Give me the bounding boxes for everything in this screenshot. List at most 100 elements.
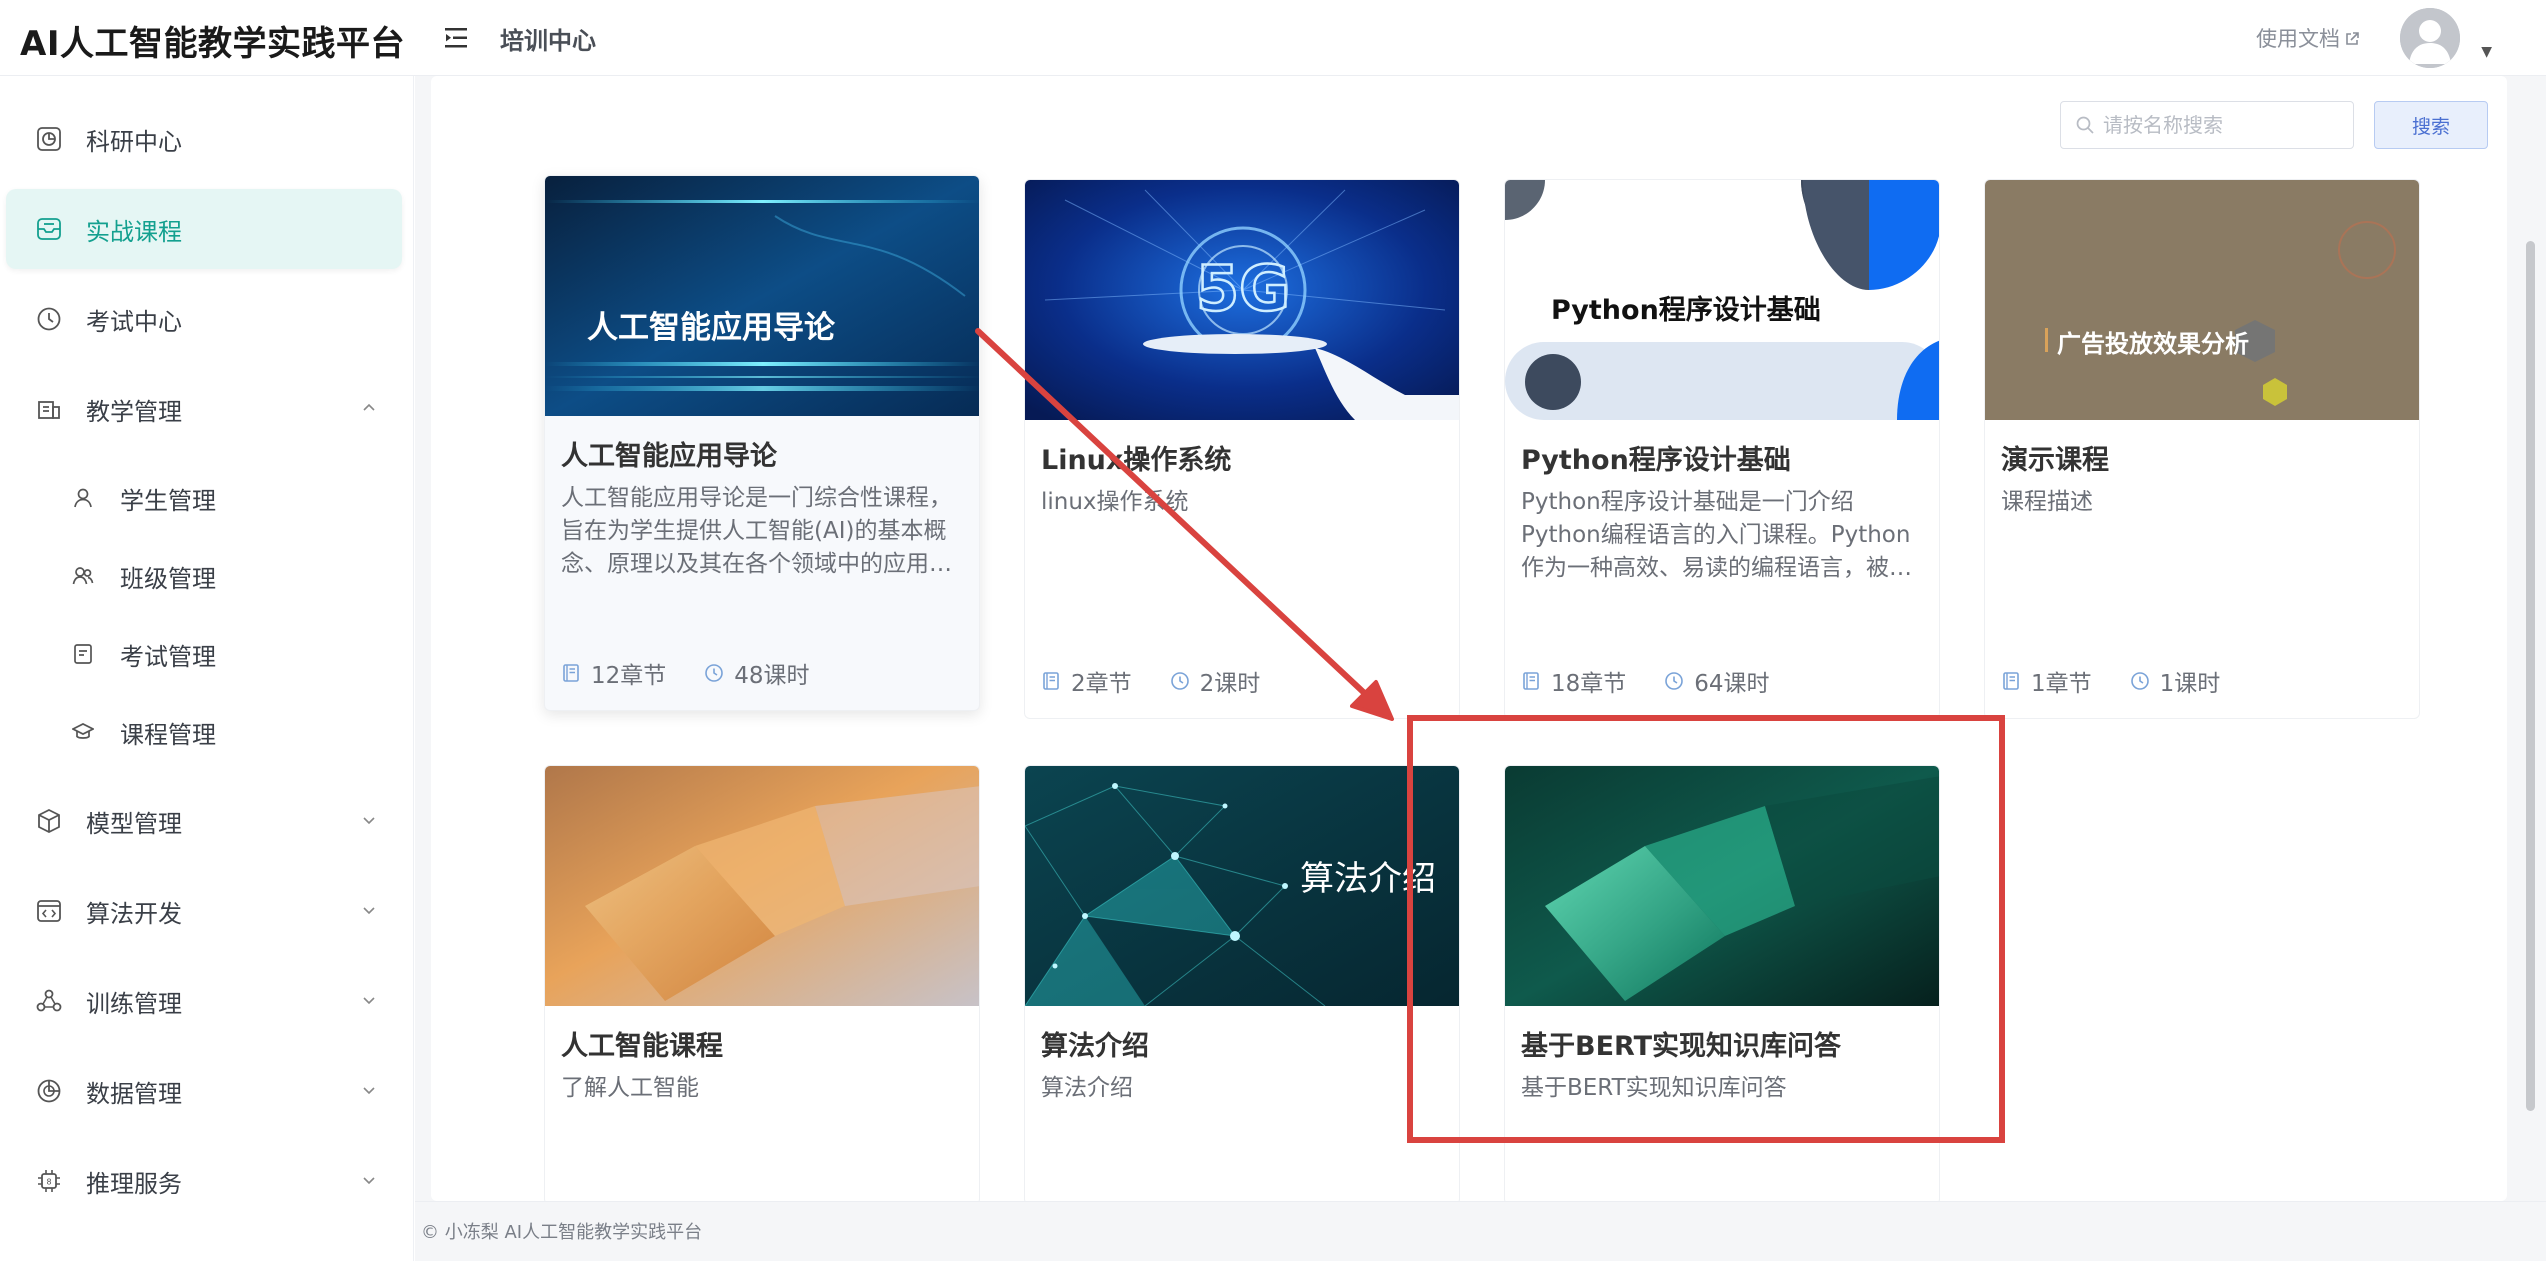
page-scrollbar[interactable]	[2524, 76, 2538, 1196]
course-description: 算法介绍	[1041, 1075, 1133, 1101]
scrollbar-thumb[interactable]	[2526, 241, 2535, 1111]
course-description: Python程序设计基础是一门介绍Python编程语言的入门课程。Python作…	[1521, 489, 1912, 581]
sidebar-item-algorithm[interactable]: 算法开发	[0, 871, 414, 951]
clock-icon	[705, 664, 724, 682]
clock-icon	[1170, 672, 1189, 690]
users-icon	[72, 567, 94, 585]
course-description: 了解人工智能	[561, 1075, 699, 1101]
sidebar-item-label: 课程管理	[120, 720, 216, 749]
clock-icon	[2130, 672, 2149, 690]
search-input[interactable]	[2103, 113, 2343, 137]
inbox-icon	[37, 218, 61, 240]
course-card-python[interactable]: Python程序设计基础 Python程序设计基础 Python程序设计基础是一…	[1504, 179, 1940, 719]
course-card-ai-course[interactable]: 人工智能课程 了解人工智能	[544, 765, 980, 1205]
sidebar-item-label: 学生管理	[120, 486, 216, 515]
cube-icon	[38, 808, 60, 834]
top-header: AI人工智能教学实践平台 培训中心 使用文档 ▼	[0, 0, 2546, 76]
avatar-dropdown-icon[interactable]: ▼	[2481, 44, 2492, 60]
book-icon	[1523, 672, 1539, 690]
sidebar-item-label: 班级管理	[120, 564, 216, 593]
sidebar-item-label: 科研中心	[86, 127, 182, 156]
clock-icon	[1665, 672, 1684, 690]
chapter-count: 2章节	[1071, 671, 1132, 697]
breadcrumb: 培训中心	[500, 27, 596, 55]
chapter-count: 18章节	[1551, 671, 1627, 697]
search-button[interactable]: 搜索	[2374, 101, 2488, 149]
sidebar-item-inference[interactable]: 8 推理服务	[0, 1141, 414, 1221]
avatar-person-icon	[2400, 8, 2460, 68]
cover-title: 广告投放效果分析	[2057, 330, 2249, 358]
sidebar-item-label: 推理服务	[86, 1169, 182, 1198]
book-icon	[563, 664, 579, 682]
footer-copyright: © 小冻梨 AI人工智能教学实践平台	[421, 1222, 703, 1243]
course-cover-image	[1505, 766, 1939, 1006]
sidebar-item-exam-center[interactable]: 考试中心	[0, 279, 414, 359]
platform-logo[interactable]: AI人工智能教学实践平台	[20, 16, 405, 65]
course-cover-image	[545, 766, 979, 1006]
user-avatar[interactable]	[2400, 8, 2460, 68]
course-card-ai-intro[interactable]: 人工智能应用导论 人工智能应用导论 人工智能应用导论是一门综合性课程，旨在为学生…	[544, 175, 980, 711]
search-box[interactable]	[2060, 101, 2354, 149]
course-description: 课程描述	[2001, 489, 2093, 515]
course-title: 基于BERT实现知识库问答	[1521, 1031, 1842, 1062]
course-meta: 12章节 48课时	[561, 656, 848, 690]
sidebar-item-label: 训练管理	[86, 989, 182, 1018]
external-link-icon	[2346, 32, 2359, 45]
mortarboard-icon	[72, 723, 94, 739]
svg-text:8: 8	[46, 1178, 51, 1187]
main-content: 搜索 人工智能应用导	[415, 76, 2546, 1205]
course-panel: 搜索 人工智能应用导	[431, 76, 2507, 1205]
sidebar-item-label: 实战课程	[86, 217, 182, 246]
course-cover-image: 人工智能应用导论	[545, 176, 979, 416]
sidebar-item-models[interactable]: 模型管理	[0, 781, 414, 861]
chapter-count: 1章节	[2031, 671, 2092, 697]
chevron-down-icon	[363, 817, 375, 825]
book-icon	[2003, 672, 2019, 690]
sidebar-item-courses[interactable]: 实战课程	[6, 189, 402, 269]
chip-icon: 8	[38, 1170, 60, 1192]
sidebar-item-teaching[interactable]: 教学管理	[0, 369, 414, 449]
course-description: 基于BERT实现知识库问答	[1521, 1075, 1787, 1101]
chevron-up-icon	[363, 403, 375, 411]
course-cover-image: 算法介绍	[1025, 766, 1459, 1006]
cluster-icon	[36, 989, 62, 1012]
cover-title: 人工智能应用导论	[587, 310, 835, 346]
sidebar-item-students[interactable]: 学生管理	[0, 466, 414, 530]
course-title: 人工智能课程	[561, 1031, 723, 1062]
svg-text:5G: 5G	[1196, 252, 1290, 325]
course-card-demo[interactable]: 广告投放效果分析 演示课程 课程描述 1章节 1课时	[1984, 179, 2420, 719]
course-card-bert[interactable]: 基于BERT实现知识库问答 基于BERT实现知识库问答	[1504, 765, 1940, 1205]
course-cover-image: 广告投放效果分析	[1985, 180, 2419, 420]
course-title: 人工智能应用导论	[561, 441, 777, 472]
course-description: linux操作系统	[1041, 489, 1189, 515]
document-icon	[74, 644, 92, 664]
course-meta: 18章节 64课时	[1521, 664, 1808, 698]
menu-collapse-icon[interactable]	[443, 24, 473, 52]
docs-link[interactable]: 使用文档	[2256, 23, 2360, 53]
sidebar-item-training[interactable]: 训练管理	[0, 961, 414, 1041]
chevron-down-icon	[363, 1087, 375, 1095]
sidebar-item-exam-manage[interactable]: 考试管理	[0, 622, 414, 686]
hour-count: 1课时	[2159, 671, 2221, 697]
course-meta: 1章节 1课时	[2001, 664, 2258, 698]
sidebar-item-research[interactable]: 科研中心	[0, 99, 414, 179]
sidebar-item-label: 考试中心	[86, 307, 182, 336]
database-icon	[37, 1079, 61, 1103]
course-description: 人工智能应用导论是一门综合性课程，旨在为学生提供人工智能(AI)的基本概念、原理…	[561, 485, 952, 577]
sidebar-item-course-manage[interactable]: 课程管理	[0, 700, 414, 764]
sidebar-item-data[interactable]: 数据管理	[0, 1051, 414, 1131]
building-icon	[38, 401, 60, 419]
sidebar-item-label: 数据管理	[86, 1079, 182, 1108]
cover-title: 算法介绍	[1300, 859, 1436, 899]
course-card-linux[interactable]: 5G Linux操作系统 linux操作系统 2章节 2课时	[1024, 179, 1460, 719]
sidebar-item-label: 考试管理	[120, 642, 216, 671]
hour-count: 2课时	[1199, 671, 1261, 697]
book-icon	[1043, 672, 1059, 690]
course-card-algorithm[interactable]: 算法介绍 算法介绍 算法介绍	[1024, 765, 1460, 1205]
search-icon	[2076, 116, 2094, 134]
code-window-icon	[37, 900, 61, 922]
course-cover-image: Python程序设计基础	[1505, 180, 1939, 420]
page-footer: © 小冻梨 AI人工智能教学实践平台	[415, 1201, 2546, 1261]
docs-link-label: 使用文档	[2256, 27, 2340, 51]
sidebar-item-classes[interactable]: 班级管理	[0, 544, 414, 608]
